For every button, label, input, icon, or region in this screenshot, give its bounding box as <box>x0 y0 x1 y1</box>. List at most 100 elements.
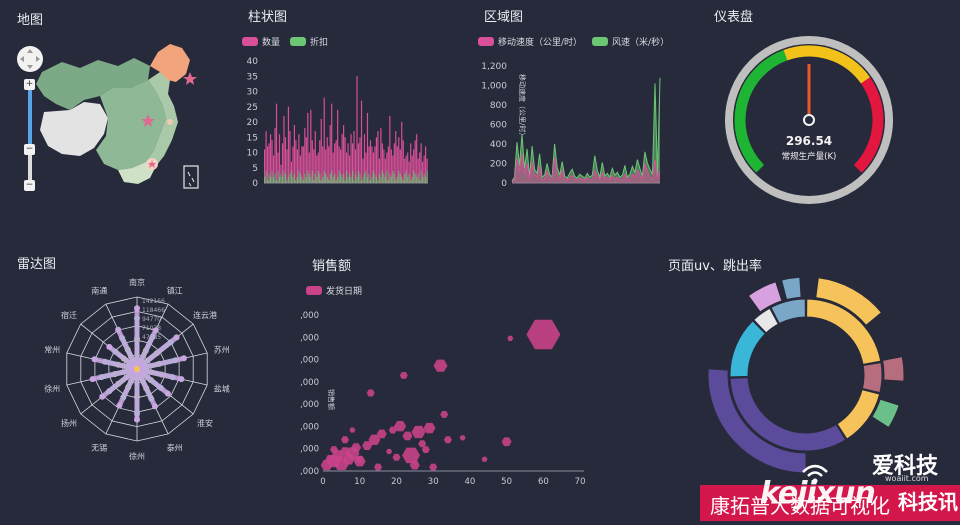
bar-discount <box>389 173 391 183</box>
bar-discount <box>399 173 401 183</box>
bar-discount <box>329 173 331 183</box>
bar-discount <box>417 173 419 183</box>
radar-series-point <box>99 393 106 400</box>
radar-series-point <box>178 376 185 383</box>
bar-discount <box>363 173 366 183</box>
bar-discount <box>264 176 266 183</box>
bar-quantity <box>266 146 269 183</box>
bar-discount <box>316 176 318 183</box>
bar-discount <box>265 170 267 183</box>
bar-discount <box>320 179 322 183</box>
bar-quantity <box>350 134 352 183</box>
bar-quantity <box>387 146 389 183</box>
scatter-xtick: 20 <box>391 477 402 487</box>
map-panel: 地图 + − − <box>0 0 230 230</box>
radar-axis-label: 镇江 <box>167 286 183 296</box>
bar-quantity <box>287 106 290 183</box>
area-chart: 1,200 1,000 800 600 400 200 0 移动速度（公里/时） <box>481 62 661 189</box>
scatter-ytick: ,000 <box>300 356 319 366</box>
bar-discount <box>378 173 380 183</box>
bar-quantity <box>356 76 358 183</box>
scatter-title: 销售额 <box>312 259 352 274</box>
bar-discount <box>281 176 284 183</box>
bar-discount <box>392 170 394 183</box>
bar-discount <box>289 173 291 183</box>
bar-quantity <box>360 100 363 183</box>
bar-quantity <box>313 149 315 183</box>
bar-discount <box>328 179 330 183</box>
bar-quantity <box>341 134 343 183</box>
bar-discount <box>344 179 346 183</box>
watermark-big-latin: kejixun <box>760 476 876 511</box>
bar-discount <box>293 173 296 183</box>
bar-quantity <box>337 109 339 183</box>
bar-discount <box>292 176 294 183</box>
bar-panel: 柱状图 数量 折扣 40 35 30 25 20 15 10 5 0 <box>230 0 450 230</box>
bar-discount <box>398 170 400 183</box>
bar-discount <box>369 179 372 183</box>
bar-ytick: 30 <box>247 88 259 98</box>
bar-discount <box>326 176 328 183</box>
scatter-ytick: ,000 <box>300 333 319 343</box>
radar-axis-label: 苏州 <box>214 345 230 355</box>
bar-discount <box>390 176 392 183</box>
radar-axis-label: 泰州 <box>167 442 183 452</box>
scatter-xtick: 70 <box>575 477 586 487</box>
bar-quantity <box>389 115 391 183</box>
radar-series-point <box>134 416 140 423</box>
bar-discount <box>407 176 409 183</box>
bar-discount <box>272 176 275 183</box>
bar-discount <box>413 170 415 183</box>
gauge-needle-pivot <box>803 114 815 126</box>
sunburst-title: 页面uv、跳出率 <box>668 259 762 274</box>
bar-quantity <box>419 152 421 183</box>
bar-discount <box>290 170 293 183</box>
radar-chart: 南京镇江连云港苏州盐城淮安泰州徐州无锡扬州徐州常州宿迁南通14216611846… <box>44 277 230 461</box>
bar-discount <box>380 176 382 183</box>
scatter-point <box>411 425 426 439</box>
bar-discount <box>331 170 333 183</box>
bar-discount <box>377 179 379 183</box>
watermark-big-cn: 科技讯 <box>898 490 958 514</box>
scatter-point <box>386 448 393 455</box>
scatter-ytick: ,000 <box>300 378 319 388</box>
bar-discount <box>277 170 279 183</box>
area-panel: 区域图 移动速度（公里/时） 风速（米/秒） 1,200 1,000 800 600 4… <box>470 0 680 230</box>
bar-discount <box>423 173 425 183</box>
radar-series-point <box>180 355 187 362</box>
bar-discount <box>287 176 290 183</box>
bar-discount <box>383 173 385 183</box>
gauge-chart: 296.54 常规生产量(K) <box>725 36 893 204</box>
bar-quantity <box>295 140 297 183</box>
scatter-point <box>399 372 408 379</box>
bar-discount <box>401 176 403 183</box>
radar-axis-label: 扬州 <box>61 418 77 428</box>
radar-panel: 雷达图 南京 镇江 连云港 苏州 盐城 淮安 泰州 徐州 无锡 扬州 徐州 常州 宿迁 南通 142166 1… <box>0 245 270 521</box>
bar-ytick: 10 <box>247 149 259 159</box>
bar-discount <box>280 173 282 183</box>
bar-quantity <box>278 134 281 183</box>
scatter-point <box>392 453 401 461</box>
bar-discount <box>422 176 424 183</box>
scatter-xtick: 0 <box>320 477 325 487</box>
bar-quantity <box>353 131 355 183</box>
china-map[interactable] <box>0 0 230 230</box>
scatter-xtick: 10 <box>354 477 365 487</box>
bar-discount <box>307 170 309 183</box>
gauge-panel: 仪表盘 296.54 常规生产量(K) <box>700 0 940 230</box>
bar-quantity <box>380 128 382 183</box>
bar-discount <box>426 170 428 183</box>
bar-discount <box>335 179 337 183</box>
bar-discount <box>411 176 413 183</box>
sunburst-inner-segment <box>729 320 767 378</box>
bar-quantity <box>323 97 325 183</box>
area-ytick: 1,000 <box>481 82 507 92</box>
sunburst-outer-segment <box>882 356 905 382</box>
bar-quantity <box>369 140 372 183</box>
sunburst-inner-segment <box>861 362 883 394</box>
scatter-ytick: ,000 <box>300 445 319 455</box>
bar-discount <box>275 179 278 183</box>
bar-discount <box>381 170 383 183</box>
bar-discount <box>356 176 358 183</box>
bar-discount <box>301 176 303 183</box>
